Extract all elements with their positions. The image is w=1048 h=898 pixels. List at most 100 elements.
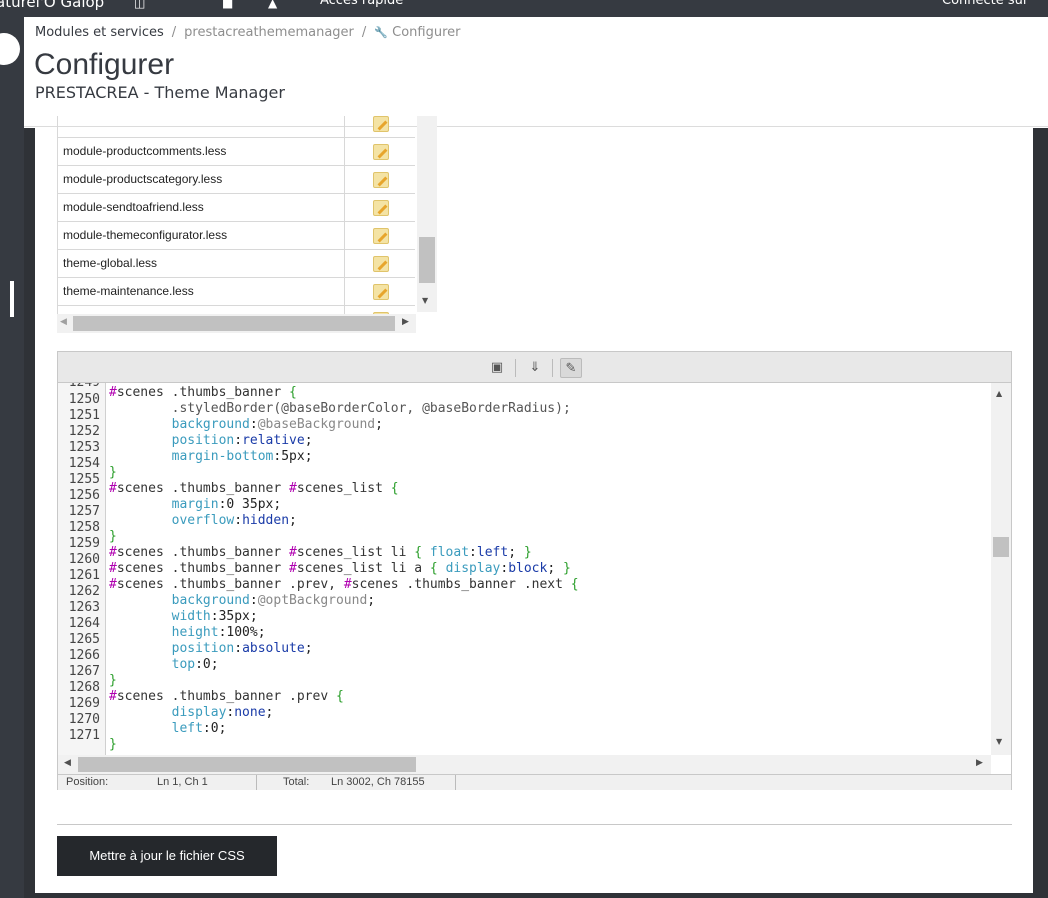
code-line: position:relative;	[109, 433, 313, 448]
editor-toolbar: ▣ ⇓ ✎	[58, 352, 1011, 383]
collapse-icon[interactable]: ⇓	[524, 358, 546, 378]
status-divider	[256, 775, 257, 790]
edit-cell[interactable]	[344, 166, 415, 194]
line-number: 1253	[68, 440, 100, 455]
edit-cell[interactable]	[344, 222, 415, 250]
table-row[interactable]	[57, 116, 415, 138]
customer-icon[interactable]: ■	[222, 0, 233, 10]
sidebar-collapse-handle[interactable]	[10, 281, 14, 317]
pencil-icon[interactable]	[373, 228, 389, 244]
code-line: #scenes .thumbs_banner .prev {	[109, 689, 344, 704]
scroll-left-arrow-icon[interactable]: ◀	[60, 317, 67, 327]
line-number: 1265	[68, 632, 100, 647]
total-label: Total:	[283, 776, 310, 788]
form-divider	[57, 824, 1012, 825]
clear-icon[interactable]: ✎	[560, 358, 582, 378]
scrollbar-thumb[interactable]	[419, 237, 435, 283]
code-line: #scenes .thumbs_banner {	[109, 385, 297, 400]
code-line: }	[109, 529, 117, 544]
edit-cell[interactable]	[344, 306, 415, 314]
search-icon[interactable]: ▣	[486, 358, 508, 378]
edit-cell[interactable]	[344, 116, 415, 138]
connected-link[interactable]: Connecté sur	[942, 0, 1028, 8]
scrollbar-thumb[interactable]	[78, 757, 416, 772]
table-row[interactable]	[57, 306, 415, 314]
pencil-icon[interactable]	[373, 256, 389, 272]
breadcrumb-modules[interactable]: Modules et services	[35, 25, 164, 40]
pencil-icon[interactable]	[373, 172, 389, 188]
scroll-up-arrow-icon[interactable]: ▲	[996, 389, 1002, 398]
stats-icon[interactable]: ▲	[268, 0, 277, 10]
scroll-down-arrow-icon[interactable]: ▼	[996, 737, 1002, 746]
file-list: module-productcomments.less module-produ…	[57, 116, 437, 314]
code-line: margin-bottom:5px;	[109, 449, 313, 464]
breadcrumb-configure: Configurer	[392, 25, 461, 40]
cart-icon[interactable]: ◫	[134, 0, 145, 10]
code-line: #scenes .thumbs_banner #scenes_list li a…	[109, 561, 571, 576]
line-number: 1250	[68, 392, 100, 407]
page-header: Modules et services / prestacreathememanag…	[24, 17, 1048, 127]
code-area[interactable]: } #scenes .thumbs_banner { .styledBorder(…	[107, 383, 989, 755]
breadcrumb-module[interactable]: prestacreathememanager	[184, 25, 354, 40]
code-line: #scenes .thumbs_banner #scenes_list {	[109, 481, 399, 496]
line-number: 1264	[68, 616, 100, 631]
line-number: 1266	[68, 648, 100, 663]
editor-vertical-scrollbar[interactable]: ▲ ▼	[991, 383, 1011, 755]
scrollbar-thumb[interactable]	[993, 537, 1009, 557]
table-row[interactable]: module-themeconfigurator.less	[57, 222, 415, 250]
file-name: theme-maintenance.less	[63, 284, 194, 298]
pencil-icon[interactable]	[373, 284, 389, 300]
line-number: 1257	[68, 504, 100, 519]
edit-cell[interactable]	[344, 278, 415, 306]
code-line: height:100%;	[109, 625, 266, 640]
code-line: .styledBorder(@baseBorderColor, @baseBor…	[109, 401, 571, 416]
position-value: Ln 1, Ch 1	[157, 776, 208, 788]
file-name: module-themeconfigurator.less	[63, 228, 228, 242]
line-number: 1258	[68, 520, 100, 535]
pencil-icon[interactable]	[373, 144, 389, 160]
admin-sidebar	[0, 17, 24, 898]
table-row[interactable]: module-sendtoafriend.less	[57, 194, 415, 222]
line-number: 1262	[68, 584, 100, 599]
line-number: 1249	[69, 383, 100, 391]
line-number: 1269	[68, 696, 100, 711]
table-row[interactable]: module-productcomments.less	[57, 138, 415, 166]
code-line: margin:0 35px;	[109, 497, 282, 512]
scroll-down-arrow-icon[interactable]: ▼	[422, 296, 428, 305]
table-row[interactable]: module-productscategory.less	[57, 166, 415, 194]
code-line: width:35px;	[109, 609, 258, 624]
total-value: Ln 3002, Ch 78155	[331, 776, 425, 788]
avatar[interactable]	[0, 33, 20, 65]
code-line: #scenes .thumbs_banner .prev, #scenes .t…	[109, 577, 579, 592]
breadcrumb: Modules et services / prestacreathememanag…	[35, 25, 460, 40]
wrench-icon: 🔧	[374, 26, 388, 39]
edit-cell[interactable]	[344, 194, 415, 222]
quick-access-menu[interactable]: Accès rapide	[320, 0, 403, 8]
scroll-right-arrow-icon[interactable]: ▶	[402, 317, 409, 327]
file-name: module-sendtoafriend.less	[63, 200, 204, 214]
table-row[interactable]: theme-maintenance.less	[57, 278, 415, 306]
table-row[interactable]: theme-global.less	[57, 250, 415, 278]
scroll-right-arrow-icon[interactable]: ▶	[976, 758, 983, 768]
file-name: module-productcomments.less	[63, 144, 227, 158]
scroll-left-arrow-icon[interactable]: ◀	[64, 758, 71, 768]
code-line: display:none;	[109, 705, 274, 720]
editor-horizontal-scrollbar[interactable]: ◀ ▶	[58, 755, 991, 774]
page-subtitle: PRESTACREA - Theme Manager	[35, 83, 285, 102]
pencil-icon[interactable]	[373, 116, 389, 132]
breadcrumb-separator: /	[171, 25, 177, 40]
line-number: 1268	[68, 680, 100, 695]
admin-top-bar: aturel'O Galop ◫ ■ ▲ Accès rapide Connec…	[0, 0, 1048, 17]
edit-cell[interactable]	[344, 138, 415, 166]
update-css-button[interactable]: Mettre à jour le fichier CSS	[57, 836, 277, 876]
pencil-icon[interactable]	[373, 200, 389, 216]
line-number: 1251	[68, 408, 100, 423]
scrollbar-thumb[interactable]	[73, 316, 395, 331]
file-list-horizontal-scrollbar[interactable]: ◀ ▶	[57, 314, 416, 333]
file-list-vertical-scrollbar[interactable]: ▼	[417, 116, 437, 312]
edit-cell[interactable]	[344, 250, 415, 278]
code-line: }	[109, 737, 117, 752]
line-number: 1263	[68, 600, 100, 615]
file-name: theme-global.less	[63, 256, 158, 270]
shop-name[interactable]: aturel'O Galop	[0, 0, 104, 11]
